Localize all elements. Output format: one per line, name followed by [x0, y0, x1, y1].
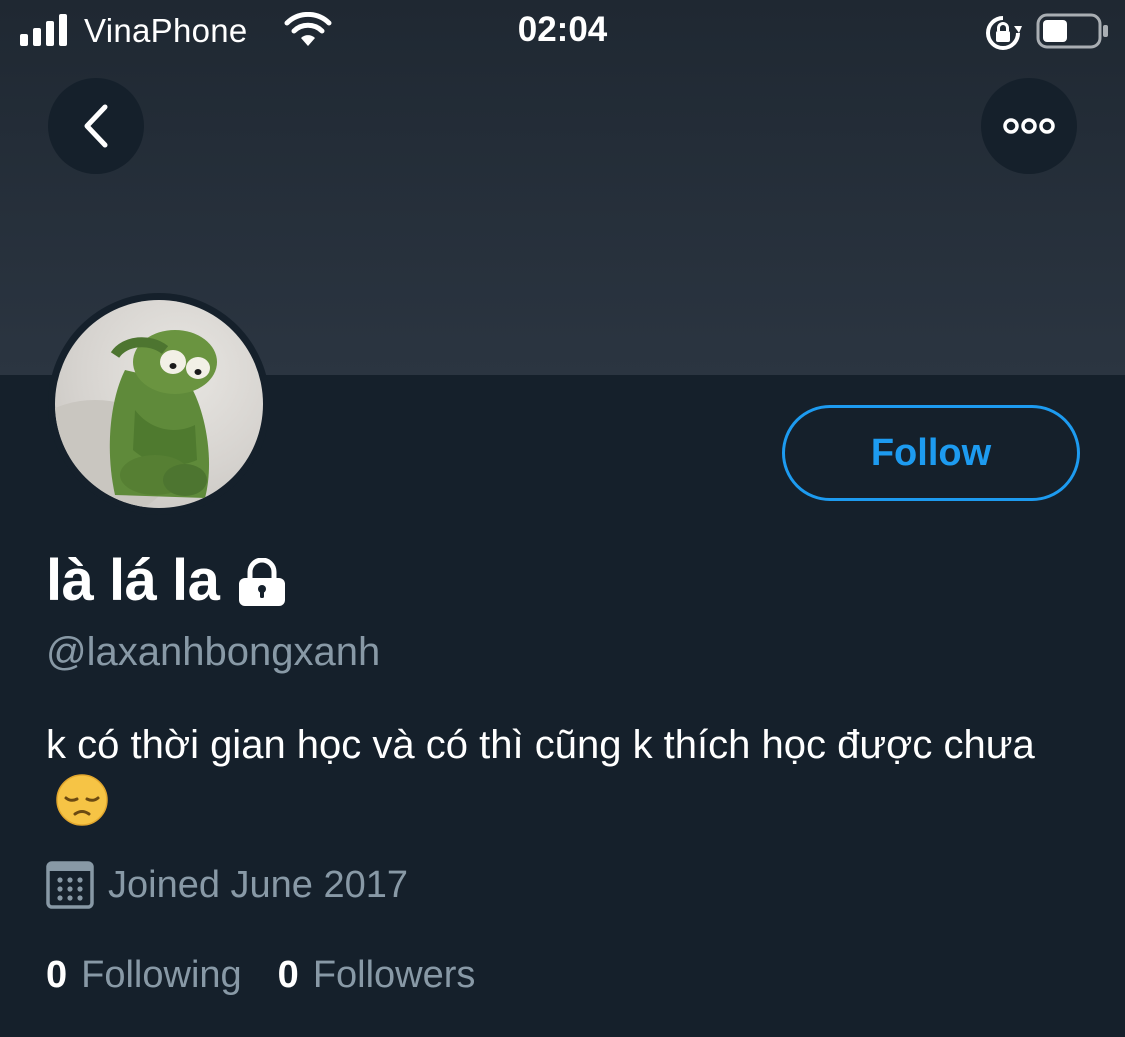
profile-handle: @laxanhbongxanh [46, 630, 381, 674]
more-horizontal-icon [1003, 118, 1055, 134]
following-count: 0 [46, 953, 68, 996]
lock-icon [239, 558, 286, 606]
avatar-image [55, 330, 217, 508]
chevron-left-icon [84, 104, 108, 148]
joined-date-row: Joined June 2017 [46, 858, 408, 912]
pensive-face-icon [56, 774, 108, 826]
more-options-button[interactable] [981, 78, 1077, 174]
followers-stat[interactable]: 0 Followers [278, 954, 476, 997]
calendar-icon [46, 861, 94, 909]
bio-text: k có thời gian học và có thì cũng k thíc… [46, 723, 1035, 767]
following-label: Following [81, 953, 242, 996]
joined-date: Joined June 2017 [108, 863, 409, 906]
profile-screen: VinaPhone 02:04 Follow là lá la @laxanhb… [0, 0, 1125, 1037]
display-name: là lá la [46, 547, 220, 613]
battery-icon [1036, 13, 1108, 49]
status-time: 02:04 [517, 10, 608, 49]
display-name-row: là lá la [46, 540, 287, 620]
following-stat[interactable]: 0 Following [46, 954, 242, 997]
back-button[interactable] [48, 78, 144, 174]
followers-label: Followers [312, 953, 476, 996]
profile-bio: k có thời gian học và có thì cũng k thíc… [46, 716, 1066, 832]
avatar-ring [48, 293, 270, 515]
avatar[interactable] [55, 300, 263, 508]
rotation-lock-icon [986, 16, 1022, 50]
followers-count: 0 [277, 953, 299, 996]
follow-button[interactable]: Follow [782, 405, 1080, 501]
follow-stats: 0 Following 0 Followers [46, 948, 511, 1002]
status-bar: VinaPhone 02:04 [0, 0, 1125, 64]
